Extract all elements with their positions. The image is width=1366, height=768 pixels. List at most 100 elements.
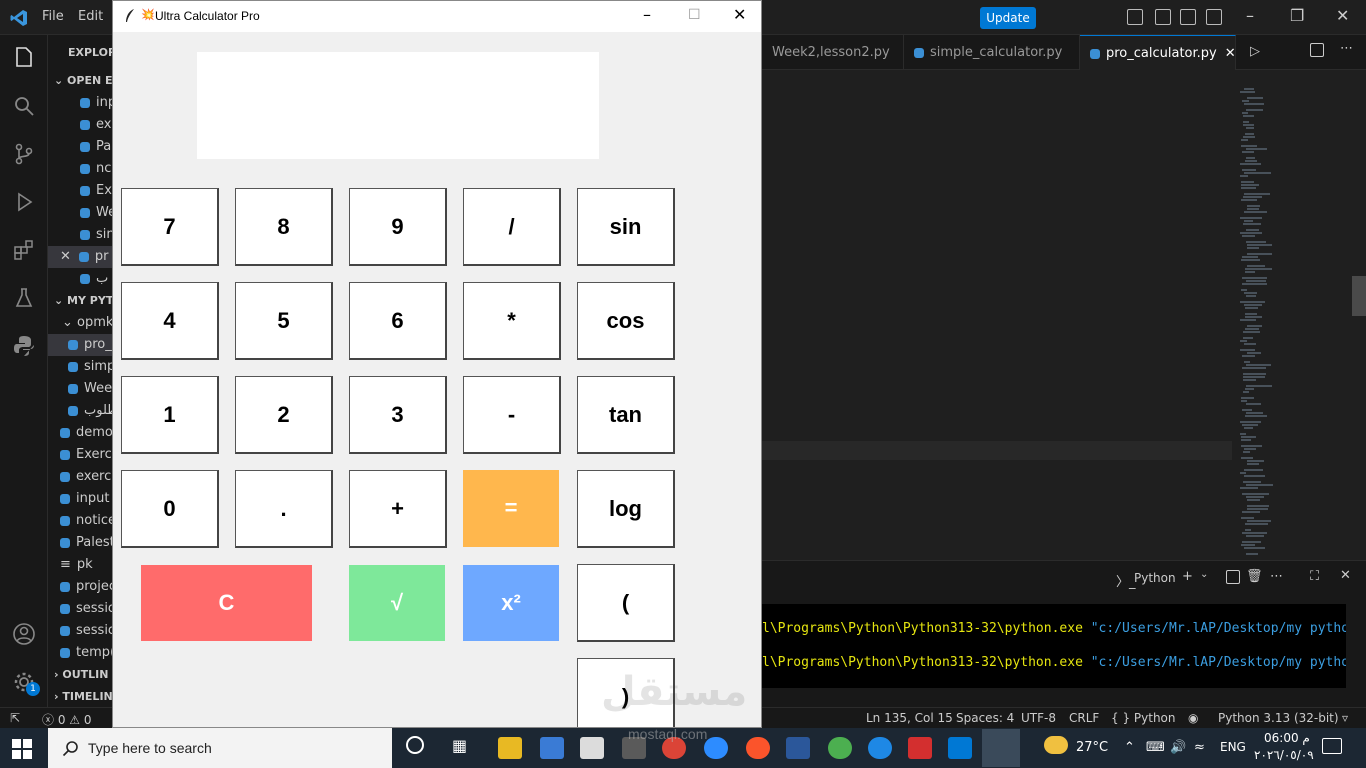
new-terminal-icon[interactable]: +	[1182, 569, 1193, 584]
digit-5-button[interactable]: 5	[235, 282, 333, 360]
decimal-point-button[interactable]: .	[235, 470, 333, 548]
editor-scrollbar[interactable]	[1352, 276, 1366, 316]
open-editor-item[interactable]: Pa	[80, 136, 112, 158]
cos-button[interactable]: cos	[577, 282, 675, 360]
eol-status[interactable]: CRLF	[1069, 711, 1099, 725]
store-icon[interactable]	[540, 737, 564, 759]
open-editor-item[interactable]: inp	[80, 92, 112, 114]
subfolder-item[interactable]: ⌄ opmk	[62, 312, 112, 334]
sin-button[interactable]: sin	[577, 188, 675, 266]
file-item[interactable]: simp	[68, 356, 112, 378]
close-editor-icon[interactable]: ✕	[60, 249, 71, 264]
close-panel-icon[interactable]: ✕	[1340, 568, 1351, 583]
subtract-button[interactable]: -	[463, 376, 561, 454]
language-mode[interactable]: { } Python	[1111, 711, 1176, 725]
file-item[interactable]: ≡ pk	[60, 554, 112, 576]
open-editor-item[interactable]: sin	[80, 224, 112, 246]
run-debug-icon[interactable]	[12, 190, 36, 214]
more-actions-icon[interactable]: ⋯	[1270, 569, 1283, 584]
cursor-position[interactable]: Ln 135, Col 15	[866, 711, 953, 725]
toggle-sidebar-icon[interactable]	[1155, 9, 1171, 25]
file-item[interactable]: temp(	[60, 642, 112, 664]
input-language[interactable]: ENG	[1220, 740, 1246, 754]
maximize-panel-icon[interactable]: ⛶	[1310, 569, 1319, 584]
outline-header[interactable]: › OUTLIN	[54, 664, 112, 686]
calc-close-icon[interactable]: ✕	[733, 5, 746, 24]
file-explorer-icon[interactable]	[498, 737, 522, 759]
testing-flask-icon[interactable]	[12, 286, 36, 310]
digit-4-button[interactable]: 4	[121, 282, 219, 360]
notifications-bell-icon[interactable]: ▿	[1342, 711, 1348, 725]
tab-week2-lesson2[interactable]: Week2,lesson2.py	[762, 35, 904, 70]
encoding-status[interactable]: UTF-8	[1021, 711, 1056, 725]
python-tk-taskbar-icon[interactable]	[982, 729, 1020, 767]
minimap[interactable]	[1240, 88, 1273, 558]
equals-button[interactable]: =	[463, 470, 559, 547]
menu-edit[interactable]: Edit	[78, 9, 103, 24]
chevron-down-icon[interactable]: ⌄	[1200, 569, 1208, 580]
square-root-button[interactable]: √	[349, 565, 445, 641]
open-editors-header[interactable]: ⌄ OPEN ED	[54, 70, 112, 92]
file-item-active[interactable]: pro_	[48, 334, 112, 356]
layout-icon[interactable]	[1127, 9, 1143, 25]
ime-icon[interactable]: ⌨	[1146, 740, 1165, 755]
tab-simple-calculator[interactable]: simple_calculator.py	[904, 35, 1080, 70]
digit-7-button[interactable]: 7	[121, 188, 219, 266]
weather-temperature[interactable]: 27°C	[1076, 740, 1108, 755]
close-tab-icon[interactable]: ✕	[1225, 46, 1236, 61]
divide-button[interactable]: /	[463, 188, 561, 266]
digit-3-button[interactable]: 3	[349, 376, 447, 454]
copilot-icon[interactable]: ◉	[1188, 711, 1198, 725]
code-editor[interactable]	[762, 70, 1366, 560]
indentation-status[interactable]: Spaces: 4	[956, 711, 1014, 725]
vscode-taskbar-icon[interactable]	[948, 737, 972, 759]
split-editor-icon[interactable]	[1310, 43, 1324, 57]
file-item[interactable]: demo	[60, 422, 112, 444]
windows-start-icon[interactable]	[12, 739, 32, 759]
calc-maximize-icon[interactable]: ☐	[688, 7, 701, 23]
problems-status[interactable]: ⓧ 0 ⚠ 0	[42, 711, 91, 728]
clock-time[interactable]: 06:00 م	[1264, 731, 1310, 745]
python-interpreter[interactable]: Python 3.13 (32-bit)	[1218, 711, 1339, 725]
terminal-label[interactable]: Python	[1134, 571, 1176, 585]
restore-icon[interactable]: ❐	[1290, 6, 1304, 25]
notification-center-icon[interactable]	[1322, 738, 1342, 754]
task-view-icon[interactable]: ▦	[452, 736, 467, 755]
volume-icon[interactable]: 🔊	[1170, 740, 1186, 755]
mail-icon[interactable]	[580, 737, 604, 759]
file-item[interactable]: Wee	[68, 378, 112, 400]
calculator-display[interactable]	[197, 52, 599, 159]
source-control-icon[interactable]	[12, 142, 36, 166]
open-editor-item-active[interactable]: ✕ pr	[48, 246, 112, 268]
open-editor-item[interactable]: ب	[80, 268, 112, 290]
folder-header[interactable]: ⌄ MY PYTH	[54, 290, 112, 312]
toggle-panel-icon[interactable]	[1180, 9, 1196, 25]
file-item[interactable]: projec	[60, 576, 112, 598]
tan-button[interactable]: tan	[577, 376, 675, 454]
minimize-icon[interactable]: –	[1246, 6, 1254, 25]
chrome-profile-2-icon[interactable]	[868, 737, 892, 759]
brave-icon[interactable]	[746, 737, 770, 759]
file-item[interactable]: Palest	[60, 532, 112, 554]
open-editor-item[interactable]: We	[80, 202, 112, 224]
cortana-icon[interactable]	[406, 736, 424, 754]
acrobat-icon[interactable]	[908, 737, 932, 759]
zoom-icon[interactable]	[704, 737, 728, 759]
clear-button[interactable]: C	[141, 565, 312, 641]
digit-0-button[interactable]: 0	[121, 470, 219, 548]
open-editor-item[interactable]: nc	[80, 158, 112, 180]
terminal-output[interactable]: l\Programs\Python\Python313-32\python.ex…	[762, 604, 1346, 688]
add-button[interactable]: +	[349, 470, 447, 548]
digit-9-button[interactable]: 9	[349, 188, 447, 266]
file-item[interactable]: طلوب	[68, 400, 112, 422]
toggle-secondary-sidebar-icon[interactable]	[1206, 9, 1222, 25]
square-button[interactable]: x²	[463, 565, 559, 641]
calc-minimize-icon[interactable]: –	[643, 5, 651, 24]
extensions-icon[interactable]	[12, 238, 36, 262]
remote-icon[interactable]: ⇱	[10, 711, 20, 725]
file-item[interactable]: Exerci	[60, 444, 112, 466]
wifi-icon[interactable]: ≈	[1194, 740, 1205, 755]
python-icon[interactable]	[12, 334, 36, 358]
trash-icon[interactable]: 🗑	[1246, 569, 1263, 584]
chrome-profile-icon[interactable]	[828, 737, 852, 759]
